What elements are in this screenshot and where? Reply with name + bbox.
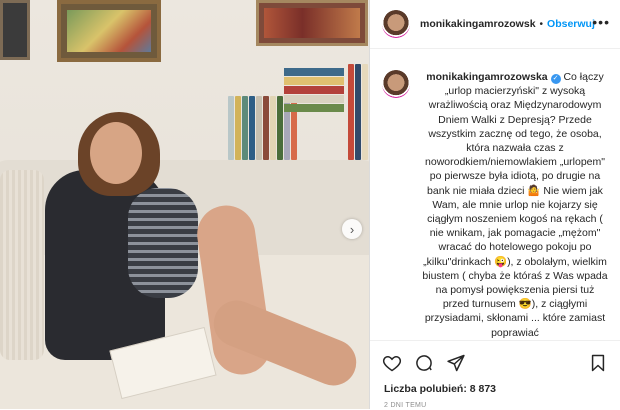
more-options-icon[interactable]: ••• [592,14,610,30]
baby [128,188,198,298]
likes-count[interactable]: Liczba polubień: 8 873 [384,383,496,395]
person-head [90,122,142,184]
avatar[interactable] [382,70,410,98]
comment-icon[interactable] [414,353,434,373]
post-sidebar: monikakingamrozowsk • Obserwuj ••• monik… [369,0,620,409]
wall-painting [0,0,30,60]
wall-painting [256,0,368,46]
separator-dot: • [539,18,544,30]
bookshelf [228,64,369,160]
caption-username[interactable]: monikakingamrozowska [426,71,547,83]
post-photo[interactable]: › [0,0,369,409]
chevron-right-icon: › [349,221,355,237]
bookmark-icon[interactable] [588,353,608,373]
caption-text-block: monikakingamrozowska ✓ Co łączy „urlop m… [422,70,608,338]
instagram-post: › monikakingamrozowsk • Obserwuj ••• mon… [0,0,620,409]
timestamp[interactable]: 2 DNI TEMU [384,402,427,409]
header-username[interactable]: monikakingamrozowsk [420,18,536,30]
post-header: monikakingamrozowsk • Obserwuj ••• [370,0,620,49]
share-icon[interactable] [446,353,466,373]
caption: monikakingamrozowska ✓ Co łączy „urlop m… [370,66,620,338]
follow-button[interactable]: Obserwuj [547,18,595,30]
next-photo-button[interactable]: › [342,219,362,239]
cushion [0,170,44,360]
action-bar: Liczba polubień: 8 873 2 DNI TEMU [370,340,620,410]
wall-painting [57,0,161,62]
avatar[interactable] [382,10,410,38]
heart-icon[interactable] [382,353,402,373]
caption-text: Co łączy „urlop macierzyński" z wysoką w… [422,71,608,338]
verified-badge-icon: ✓ [550,74,561,84]
